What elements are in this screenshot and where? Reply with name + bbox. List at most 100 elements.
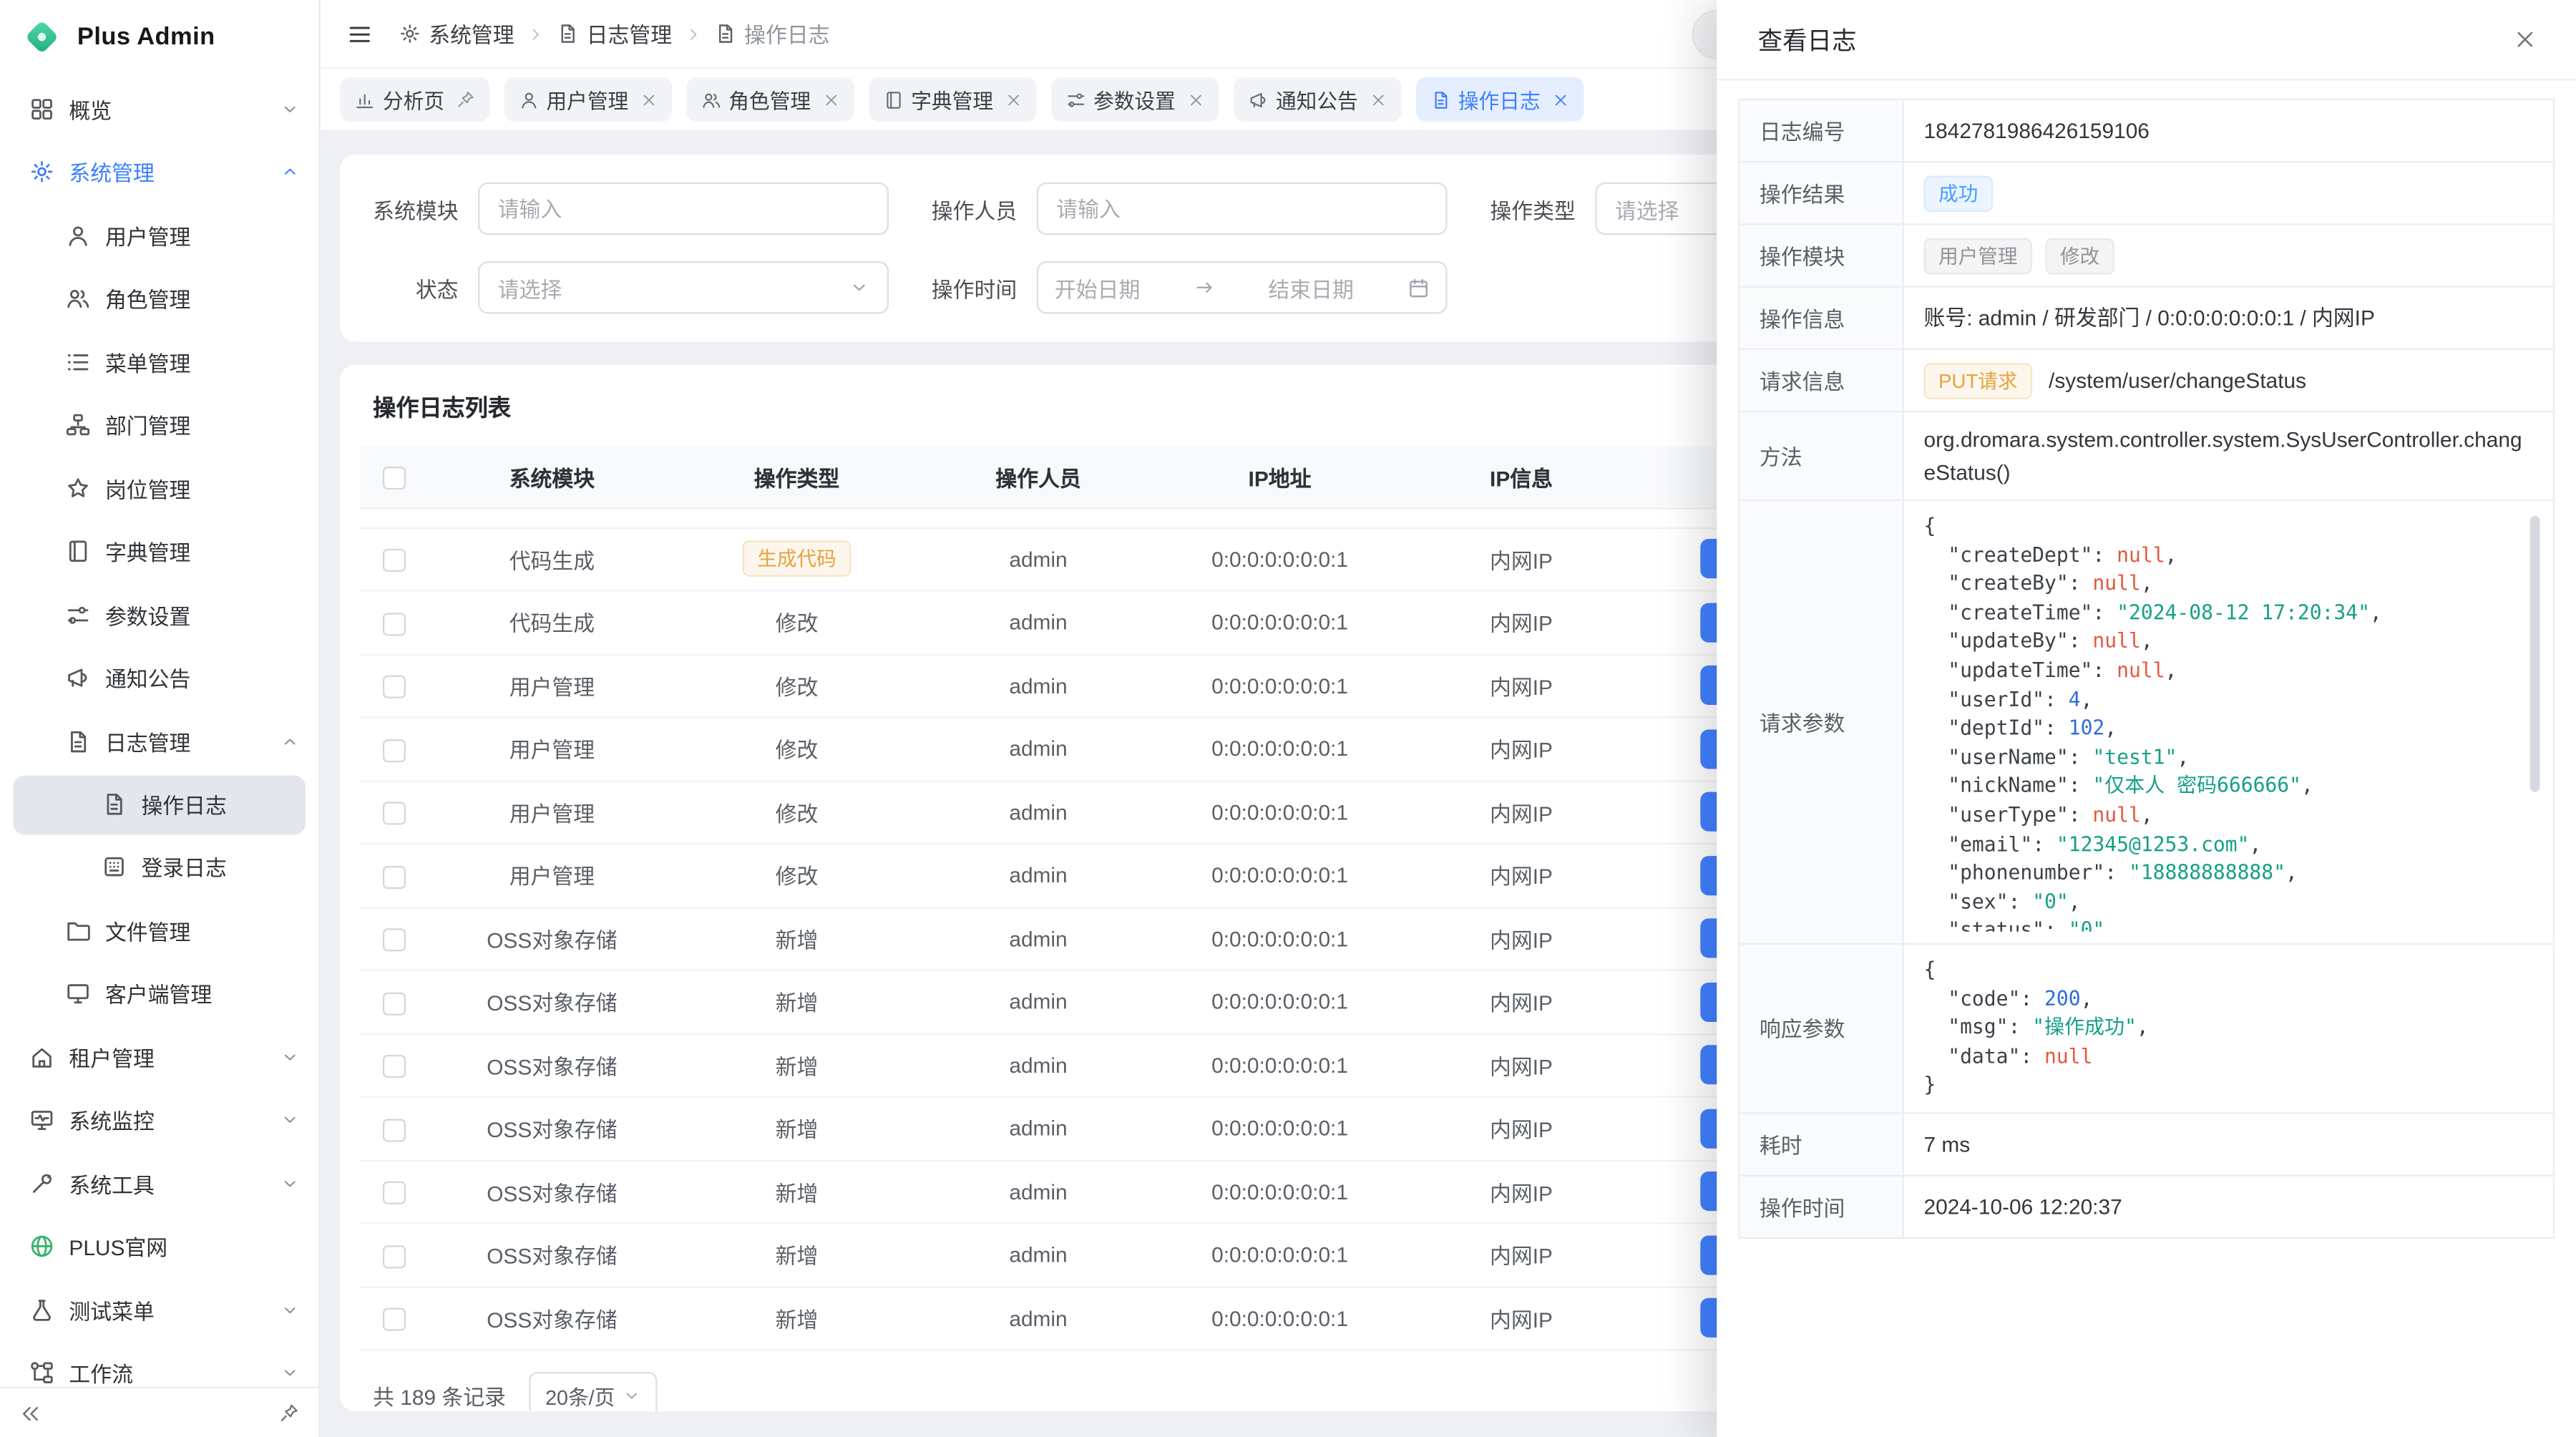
detail-row-op-result: 操作结果成功 (1739, 162, 2554, 224)
cell-module: 代码生成 (429, 590, 675, 653)
cell-ip-info: 内网IP (1401, 907, 1641, 970)
tab-user-management[interactable]: 用户管理 (504, 77, 671, 122)
tab-dict-management[interactable]: 字典管理 (869, 77, 1036, 122)
sidebar-item-file-management[interactable]: 文件管理 (0, 899, 318, 962)
column-header[interactable]: 操作人员 (918, 447, 1158, 507)
sidebar-item-workflow[interactable]: 工作流 (0, 1342, 318, 1387)
column-header[interactable]: IP信息 (1401, 447, 1641, 507)
row-checkbox[interactable] (383, 1182, 406, 1204)
sidebar-item-label: 测试菜单 (69, 1295, 154, 1326)
scrollbar-thumb[interactable] (2530, 516, 2540, 792)
op-type-text: 修改 (776, 612, 819, 636)
breadcrumb-item[interactable]: 操作日志 (715, 18, 830, 49)
filter-field-system-module: 系统模块 (373, 182, 932, 235)
op-type-text: 新增 (776, 1054, 819, 1078)
row-checkbox[interactable] (383, 1308, 406, 1331)
filter-operator-input[interactable] (1037, 182, 1448, 235)
sidebar-item-plus-website[interactable]: PLUS官网 (0, 1215, 318, 1278)
row-checkbox[interactable] (383, 802, 406, 824)
row-checkbox[interactable] (383, 992, 406, 1015)
row-checkbox[interactable] (383, 865, 406, 888)
detail-row-op-info: 操作信息账号: admin / 研发部门 / 0:0:0:0:0:0:0:1 /… (1739, 287, 2554, 349)
user-icon (66, 223, 90, 248)
sidebar-item-label: 用户管理 (105, 220, 190, 251)
breadcrumb-item[interactable]: 系统管理 (399, 18, 514, 49)
page-size-value: 20条/页 (545, 1379, 615, 1411)
post-icon (66, 476, 90, 500)
hamburger-menu-icon[interactable] (346, 21, 373, 47)
sidebar-item-system-monitor[interactable]: 系统监控 (0, 1088, 318, 1151)
json-code-block[interactable]: { "createDept": null, "createBy": null, … (1924, 512, 2534, 931)
page-size-select[interactable]: 20条/页 (529, 1372, 658, 1411)
sidebar-item-tenant-management[interactable]: 租户管理 (0, 1026, 318, 1088)
row-checkbox[interactable] (383, 1244, 406, 1267)
row-checkbox[interactable] (383, 1118, 406, 1141)
tab-label: 通知公告 (1276, 84, 1358, 115)
cell-module: 代码生成 (429, 527, 675, 590)
sidebar-item-system-management[interactable]: 系统管理 (0, 140, 318, 203)
tab-operation-log[interactable]: 操作日志 (1415, 77, 1583, 122)
row-checkbox[interactable] (383, 549, 406, 572)
filter-status-select[interactable]: 请选择 (478, 261, 889, 313)
op-type-text: 修改 (776, 675, 819, 699)
row-checkbox[interactable] (383, 676, 406, 698)
detail-value: 1842781986426159106 (1924, 118, 2150, 142)
sidebar-item-param-settings[interactable]: 参数设置 (0, 583, 318, 646)
cell-operator: admin (918, 970, 1158, 1033)
sidebar-item-log-management[interactable]: 日志管理 (0, 710, 318, 773)
row-checkbox[interactable] (383, 612, 406, 635)
cell-module: 用户管理 (429, 844, 675, 907)
filter-system-module-input[interactable] (478, 182, 889, 235)
tab-label: 分析页 (383, 84, 444, 115)
sidebar-item-dict-management[interactable]: 字典管理 (0, 520, 318, 583)
sidebar-item-login-log[interactable]: 登录日志 (0, 835, 318, 898)
sidebar-item-user-management[interactable]: 用户管理 (0, 204, 318, 267)
column-header[interactable]: 系统模块 (429, 447, 675, 507)
oplog-icon (1430, 89, 1450, 109)
breadcrumb-item[interactable]: 日志管理 (557, 18, 672, 49)
oplog-icon (102, 792, 126, 817)
sidebar-menu: 概览系统管理用户管理角色管理菜单管理部门管理岗位管理字典管理参数设置通知公告日志… (0, 72, 318, 1387)
tab-notice[interactable]: 通知公告 (1233, 77, 1400, 122)
sidebar-item-dept-management[interactable]: 部门管理 (0, 394, 318, 457)
chevron-down-icon (281, 1111, 299, 1129)
cell-ip: 0:0:0:0:0:0:0:1 (1158, 970, 1402, 1033)
file-icon (66, 918, 90, 942)
sidebar-item-menu-management[interactable]: 菜单管理 (0, 330, 318, 393)
row-checkbox[interactable] (383, 928, 406, 951)
row-checkbox[interactable] (383, 1055, 406, 1078)
filter-operation-time-daterange[interactable]: 开始日期结束日期 (1037, 261, 1448, 313)
column-header[interactable]: 操作类型 (675, 447, 919, 507)
app-logo[interactable]: Plus Admin (0, 0, 318, 72)
sidebar-item-operation-log[interactable]: 操作日志 (13, 775, 306, 834)
collapse-sidebar-icon[interactable] (20, 1403, 42, 1424)
cell-operator: admin (918, 781, 1158, 844)
sidebar-item-label: 概览 (69, 93, 112, 125)
role-icon (701, 89, 721, 109)
detail-label: 日志编号 (1739, 99, 1903, 162)
cell-ip: 0:0:0:0:0:0:0:1 (1158, 1033, 1402, 1096)
detail-label: 方法 (1739, 411, 1903, 500)
drawer-close-icon[interactable] (2514, 28, 2537, 51)
tab-role-management[interactable]: 角色管理 (686, 77, 854, 122)
tab-analysis[interactable]: 分析页 (340, 77, 489, 122)
cell-ip-info: 内网IP (1401, 781, 1641, 844)
detail-label: 请求参数 (1739, 500, 1903, 944)
sidebar-item-role-management[interactable]: 角色管理 (0, 267, 318, 330)
column-header[interactable]: IP地址 (1158, 447, 1402, 507)
row-checkbox[interactable] (383, 739, 406, 761)
sidebar-item-client-management[interactable]: 客户端管理 (0, 962, 318, 1025)
cell-ip: 0:0:0:0:0:0:0:1 (1158, 1223, 1402, 1286)
chevron-down-icon (281, 1364, 299, 1382)
cell-ip-info: 内网IP (1401, 717, 1641, 780)
filter-label: 操作时间 (932, 272, 1017, 303)
sidebar-item-notice[interactable]: 通知公告 (0, 646, 318, 709)
sidebar-item-system-tools[interactable]: 系统工具 (0, 1151, 318, 1214)
sidebar-pin-icon[interactable] (279, 1403, 299, 1423)
select-all-checkbox[interactable] (383, 467, 406, 489)
sidebar-item-post-management[interactable]: 岗位管理 (0, 457, 318, 520)
sidebar-item-overview[interactable]: 概览 (0, 77, 318, 140)
sidebar-item-test-menu[interactable]: 测试菜单 (0, 1278, 318, 1341)
sidebar-item-label: 岗位管理 (105, 473, 190, 505)
tab-param-settings[interactable]: 参数设置 (1050, 77, 1218, 122)
